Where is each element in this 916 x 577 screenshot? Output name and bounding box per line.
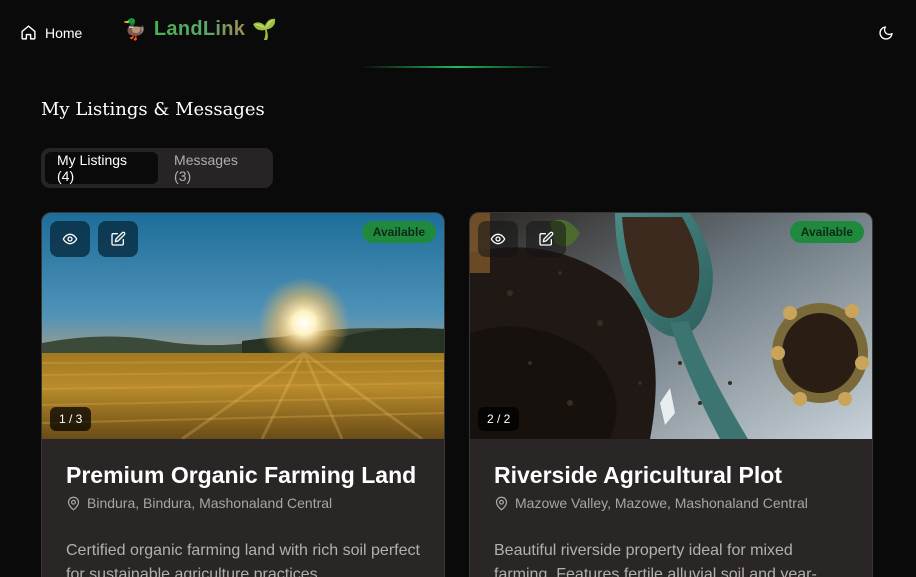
eye-icon <box>490 233 506 245</box>
tab-messages[interactable]: Messages (3) <box>162 152 269 184</box>
listing-card[interactable]: Available 1 / 3 Premium Organic Farming … <box>41 212 445 577</box>
moon-icon[interactable] <box>878 25 894 41</box>
tab-my-listings[interactable]: My Listings (4) <box>45 152 159 184</box>
top-nav: Home 🦆 LandLink 🌱 <box>0 0 916 68</box>
listing-location: Bindura, Bindura, Mashonaland Central <box>66 495 332 511</box>
listing-description: Certified organic farming land with rich… <box>66 542 420 577</box>
brand-name: LandLink <box>153 18 246 40</box>
brand-logo[interactable]: 🦆 LandLink 🌱 <box>122 18 277 41</box>
home-link[interactable]: Home <box>20 24 82 41</box>
eye-icon <box>62 233 78 245</box>
view-button[interactable] <box>478 221 518 257</box>
edit-icon <box>111 231 126 246</box>
listing-location-text: Bindura, Bindura, Mashonaland Central <box>87 495 333 511</box>
listing-location: Mazowe Valley, Mazowe, Mashonaland Centr… <box>494 495 808 511</box>
listing-title: Riverside Agricultural Plot <box>494 462 782 488</box>
seedling-icon: 🌱 <box>252 18 278 41</box>
duck-icon: 🦆 <box>122 18 147 41</box>
view-button[interactable] <box>50 221 90 257</box>
edit-button[interactable] <box>98 221 138 257</box>
listing-card[interactable]: Available 2 / 2 Riverside Agricultural P… <box>469 212 873 577</box>
map-pin-icon <box>67 496 80 510</box>
listing-title: Premium Organic Farming Land <box>66 462 417 488</box>
edit-button[interactable] <box>526 221 566 257</box>
status-badge: Available <box>361 221 436 243</box>
map-pin-icon <box>495 496 508 510</box>
listing-location-text: Mazowe Valley, Mazowe, Mashonaland Centr… <box>515 495 808 511</box>
image-counter: 2 / 2 <box>478 407 520 431</box>
edit-icon <box>539 231 554 246</box>
home-icon <box>21 25 36 40</box>
status-badge: Available <box>789 221 864 243</box>
page-title: My Listings & Messages <box>41 99 265 120</box>
image-counter: 1 / 3 <box>50 407 92 431</box>
home-label: Home <box>45 24 83 41</box>
nav-glow-divider <box>360 66 555 68</box>
tab-list: My Listings (4) Messages (3) <box>41 148 273 188</box>
listing-description: Beautiful riverside property ideal for m… <box>494 542 817 577</box>
